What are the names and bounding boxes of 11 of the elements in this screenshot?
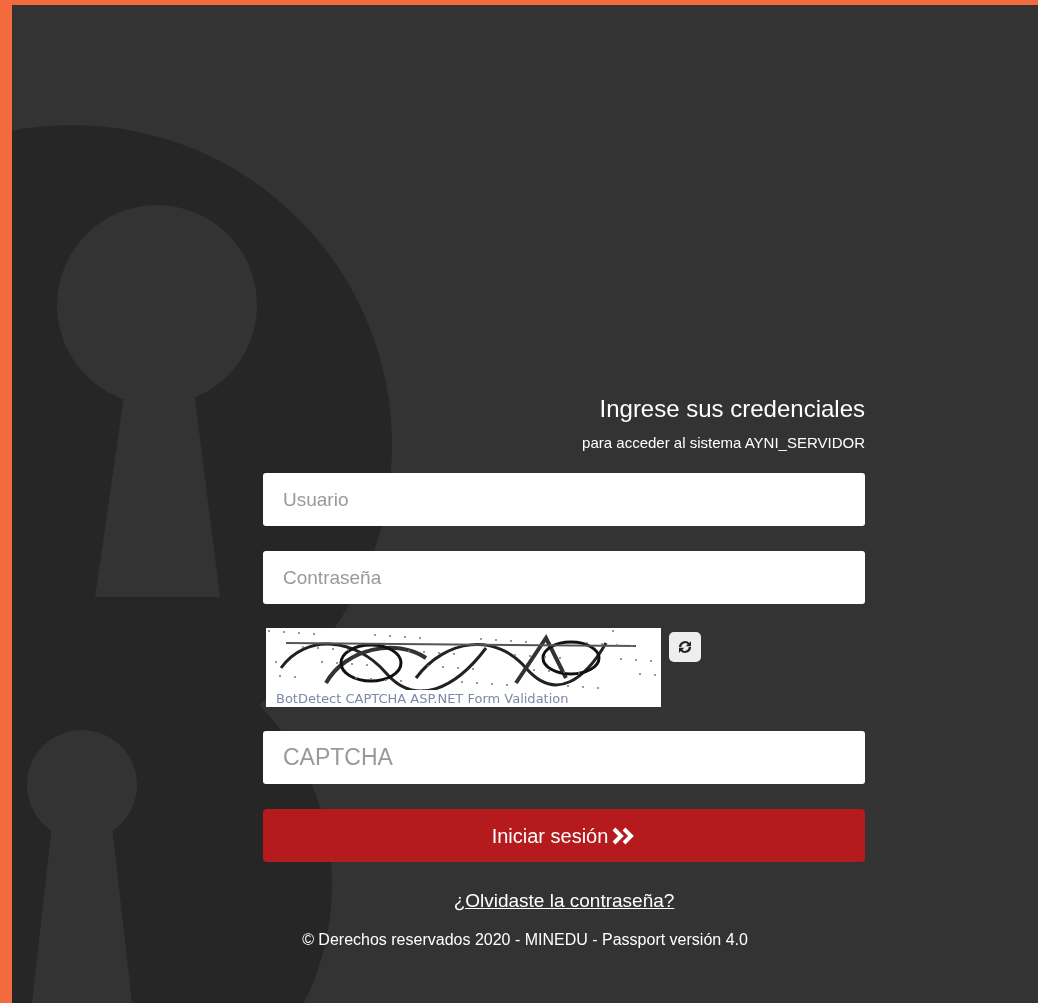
footer-text: © Derechos reservados 2020 - MINEDU - Passport versión 4.0 — [302, 930, 748, 950]
refresh-icon — [676, 638, 694, 656]
login-heading: Ingrese sus credenciales — [599, 394, 865, 424]
username-field[interactable]: Usuario — [263, 473, 865, 526]
captcha-caption: BotDetect CAPTCHA ASP.NET Form Validation — [275, 690, 570, 707]
forgot-password-link[interactable]: ¿Olvidaste la contraseña? — [453, 889, 675, 913]
login-button[interactable]: Iniciar sesión — [263, 809, 865, 862]
password-field[interactable]: Contraseña — [263, 551, 865, 604]
login-subheading: para acceder al sistema AYNI_SERVIDOR — [582, 433, 865, 453]
refresh-button[interactable] — [669, 632, 701, 662]
captcha-field[interactable]: CAPTCHA — [263, 731, 865, 784]
